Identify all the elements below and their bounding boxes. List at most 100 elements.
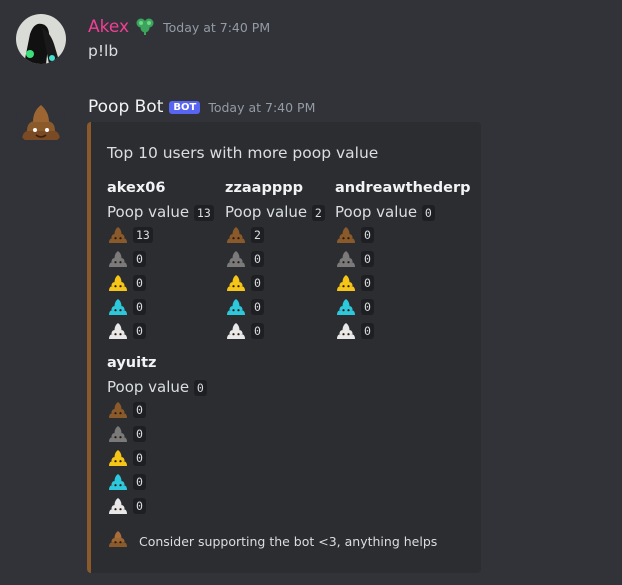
footer-text: Consider supporting the bot <3, anything… <box>139 533 438 549</box>
poop-value-label: Poop value <box>107 203 190 221</box>
poop-yellow-icon <box>225 273 247 293</box>
field-username: zzaapppp <box>225 180 303 196</box>
poop-yellow-icon <box>107 448 129 468</box>
poop-count: 0 <box>133 275 146 291</box>
poop-value: 2 <box>311 205 325 221</box>
poop-count-row: 0 <box>225 319 325 343</box>
poop-count-row: 0 <box>107 494 207 518</box>
field-username: andreawthederp <box>335 180 471 196</box>
poop-count: 0 <box>133 323 146 339</box>
leaderboard-field-ayuitz: ayuitz Poop value 0 0 0 0 0 0 <box>107 353 207 518</box>
poop-count-list: 13 0 0 0 0 <box>107 223 214 343</box>
poop-count: 0 <box>133 251 146 267</box>
message-header: Poop Bot BOT Today at 7:40 PM <box>88 97 315 117</box>
poop-count: 0 <box>251 251 264 267</box>
username[interactable]: Poop Bot <box>88 97 163 117</box>
poop-count-row: 0 <box>107 398 207 422</box>
leaderboard-embed: Top 10 users with more poop value akex06… <box>87 122 481 573</box>
poop-footer-icon <box>107 528 129 554</box>
poop-count: 0 <box>361 251 374 267</box>
poop-count-list: 0 0 0 0 0 <box>335 223 470 343</box>
poop-white-icon <box>335 321 357 341</box>
poop-count-row: 0 <box>107 319 214 343</box>
poop-count-list: 2 0 0 0 0 <box>225 223 325 343</box>
poop-value-line: Poop value 0 <box>107 377 207 398</box>
poop-count: 0 <box>361 227 374 243</box>
poop-count: 0 <box>133 402 146 418</box>
poop-count-row: 0 <box>107 271 214 295</box>
poop-count: 0 <box>133 474 146 490</box>
poop-count-row: 0 <box>335 223 470 247</box>
poop-count-row: 0 <box>335 295 470 319</box>
poop-count: 0 <box>251 323 264 339</box>
poop-count: 2 <box>251 227 264 243</box>
poop-count: 0 <box>133 426 146 442</box>
poop-value-line: Poop value 13 <box>107 202 214 223</box>
poop-count: 0 <box>251 275 264 291</box>
field-username: ayuitz <box>107 355 157 371</box>
field-username: akex06 <box>107 180 166 196</box>
leaderboard-field-akex06: akex06 Poop value 13 13 0 0 0 0 <box>107 178 214 343</box>
embed-title: Top 10 users with more poop value <box>107 144 379 162</box>
poop-count: 13 <box>133 227 153 243</box>
poop-count-row: 0 <box>107 446 207 470</box>
poop-count: 0 <box>361 323 374 339</box>
timestamp[interactable]: Today at 7:40 PM <box>208 100 315 115</box>
username[interactable]: Akex <box>88 17 129 37</box>
clover-role-icon <box>135 17 155 39</box>
poop-count-row: 13 <box>107 223 214 247</box>
poop-cyan-icon <box>335 297 357 317</box>
leaderboard-field-zzaapppp: zzaapppp Poop value 2 2 0 0 0 0 <box>225 178 325 343</box>
poop-cyan-icon <box>225 297 247 317</box>
poop-count: 0 <box>133 498 146 514</box>
poop-count-row: 0 <box>335 271 470 295</box>
poop-value-label: Poop value <box>335 203 418 221</box>
poop-white-icon <box>107 496 129 516</box>
poop-value-label: Poop value <box>107 378 190 396</box>
poop-value: 0 <box>193 380 207 396</box>
leaderboard-field-andreawthederp: andreawthederp Poop value 0 0 0 0 0 0 <box>335 178 470 343</box>
poop-value: 13 <box>193 205 214 221</box>
embed-footer: Consider supporting the bot <3, anything… <box>107 528 437 554</box>
poop-count-row: 0 <box>107 295 214 319</box>
poop-count: 0 <box>133 450 146 466</box>
poop-yellow-icon <box>335 273 357 293</box>
poop-count-row: 0 <box>225 295 325 319</box>
poop-yellow-icon <box>107 273 129 293</box>
poop-count-row: 0 <box>225 247 325 271</box>
poop-count-row: 0 <box>107 247 214 271</box>
poop-brown-icon <box>225 225 247 245</box>
bot-badge: BOT <box>169 101 201 114</box>
user-avatar[interactable] <box>16 14 66 64</box>
poop-value-label: Poop value <box>225 203 308 221</box>
poop-gray-icon <box>225 249 247 269</box>
poop-white-icon <box>225 321 247 341</box>
poop-brown-icon <box>107 400 129 420</box>
poop-count-row: 0 <box>225 271 325 295</box>
poop-brown-icon <box>107 225 129 245</box>
poop-count: 0 <box>133 299 146 315</box>
poop-count: 0 <box>251 299 264 315</box>
poop-count-row: 0 <box>107 422 207 446</box>
poop-gray-icon <box>335 249 357 269</box>
poop-value-line: Poop value 2 <box>225 202 325 223</box>
poop-count-list: 0 0 0 0 0 <box>107 398 207 518</box>
poop-cyan-icon <box>107 297 129 317</box>
bot-avatar[interactable] <box>16 96 66 146</box>
poop-count-row: 0 <box>107 470 207 494</box>
poop-brown-icon <box>335 225 357 245</box>
poop-value-line: Poop value 0 <box>335 202 470 223</box>
poop-count: 0 <box>361 299 374 315</box>
poop-count: 0 <box>361 275 374 291</box>
poop-white-icon <box>107 321 129 341</box>
timestamp[interactable]: Today at 7:40 PM <box>163 20 270 35</box>
poop-gray-icon <box>107 249 129 269</box>
message-text: p!lb <box>88 42 119 60</box>
poop-count-row: 0 <box>335 247 470 271</box>
poop-cyan-icon <box>107 472 129 492</box>
poop-count-row: 2 <box>225 223 325 247</box>
poop-count-row: 0 <box>335 319 470 343</box>
poop-value: 0 <box>421 205 435 221</box>
message-header: Akex Today at 7:40 PM <box>88 14 270 37</box>
poop-gray-icon <box>107 424 129 444</box>
